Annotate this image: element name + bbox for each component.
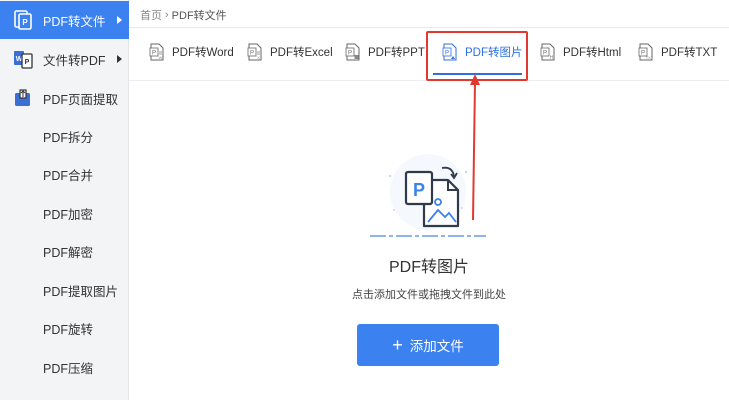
sidebar-item-rotate[interactable]: PDF旋转 — [0, 309, 129, 347]
sidebar-item-pdf-to-file[interactable]: P PDF转文件 — [0, 1, 129, 39]
breadcrumb: 首页 › PDF转文件 — [140, 7, 227, 23]
tab-pdf-to-txt[interactable]: P TXT PDF转TXT — [638, 38, 717, 66]
tab-label: PDF转Excel — [270, 47, 333, 59]
sidebar: P PDF转文件 W P 文件转PDF PDF页面提取 PDF拆分 PDF合并 … — [0, 0, 129, 400]
svg-text:P: P — [413, 180, 425, 200]
sidebar-item-merge[interactable]: PDF合并 — [0, 155, 129, 193]
header-divider — [129, 27, 729, 28]
tab-pdf-to-ppt[interactable]: P PDF转PPT — [345, 38, 425, 66]
pdf-to-image-illustration-icon: P — [370, 154, 486, 237]
page-title: PDF转图片 — [388, 259, 469, 276]
sidebar-item-label: PDF提取图片 — [43, 284, 119, 299]
svg-text:TXT: TXT — [646, 55, 654, 60]
image-doc-icon: P — [442, 43, 457, 61]
tabs-divider — [129, 80, 729, 81]
tab-pdf-to-image[interactable]: P PDF转图片 — [442, 38, 523, 66]
svg-text:P: P — [250, 51, 254, 57]
sidebar-item-label: PDF拆分 — [43, 130, 94, 145]
tab-pdf-to-word[interactable]: P W PDF转Word — [149, 38, 234, 66]
excel-doc-icon: P X — [247, 43, 262, 61]
svg-text:P: P — [22, 18, 28, 27]
svg-text:P: P — [641, 51, 645, 57]
svg-text:X: X — [257, 55, 260, 60]
chevron-right-icon — [117, 16, 122, 24]
svg-text:P: P — [543, 51, 547, 57]
sidebar-item-compress[interactable]: PDF压缩 — [0, 348, 129, 386]
chevron-right-icon — [117, 55, 122, 63]
sidebar-item-extract-images[interactable]: PDF提取图片 — [0, 271, 129, 309]
svg-text:W: W — [159, 55, 163, 60]
plus-icon: + — [392, 335, 403, 355]
svg-text:P: P — [348, 51, 352, 57]
sidebar-item-label: PDF旋转 — [43, 322, 94, 337]
svg-text:H: H — [550, 55, 554, 61]
tab-label: PDF转Html — [563, 47, 622, 59]
sidebar-item-label: PDF解密 — [43, 245, 94, 260]
sidebar-item-file-to-pdf[interactable]: W P 文件转PDF — [0, 40, 129, 78]
sidebar-item-label: PDF加密 — [43, 207, 94, 222]
tab-pdf-to-html[interactable]: P H PDF转Html — [540, 38, 621, 66]
tab-label: PDF转PPT — [368, 47, 425, 59]
sidebar-item-label: 文件转PDF — [43, 53, 106, 68]
sidebar-item-label: PDF压缩 — [43, 361, 94, 376]
breadcrumb-home[interactable]: 首页 — [140, 7, 162, 23]
breadcrumb-separator: › — [165, 9, 169, 21]
tab-label: PDF转Word — [172, 47, 234, 59]
svg-text:P: P — [445, 51, 449, 57]
tab-label: PDF转TXT — [661, 47, 718, 59]
sidebar-item-page-extract[interactable]: PDF页面提取 — [0, 79, 129, 117]
tab-pdf-to-excel[interactable]: P X PDF转Excel — [247, 38, 333, 66]
ppt-doc-icon: P — [345, 43, 360, 61]
drop-hint[interactable]: 点击添加文件或拖拽文件到此处 — [300, 286, 558, 302]
svg-text:P: P — [25, 59, 30, 66]
page-extract-icon — [15, 89, 30, 106]
tab-label: PDF转图片 — [465, 47, 523, 59]
breadcrumb-current: PDF转文件 — [171, 10, 227, 22]
html-doc-icon: P H — [540, 43, 555, 61]
sidebar-item-label: PDF转文件 — [43, 14, 106, 29]
svg-text:P: P — [152, 51, 156, 57]
file-to-pdf-icon: W P — [14, 51, 33, 69]
sidebar-item-encrypt[interactable]: PDF加密 — [0, 194, 129, 232]
sidebar-item-label: PDF页面提取 — [43, 92, 119, 107]
add-file-button-label: 添加文件 — [409, 339, 464, 354]
word-doc-icon: P W — [149, 43, 164, 61]
sidebar-item-split[interactable]: PDF拆分 — [0, 117, 129, 155]
txt-doc-icon: P TXT — [638, 43, 654, 61]
sidebar-item-decrypt[interactable]: PDF解密 — [0, 232, 129, 270]
add-file-button[interactable]: + 添加文件 — [357, 324, 499, 366]
sidebar-item-label: PDF合并 — [43, 168, 94, 183]
pdf-to-file-icon: P — [14, 10, 32, 30]
